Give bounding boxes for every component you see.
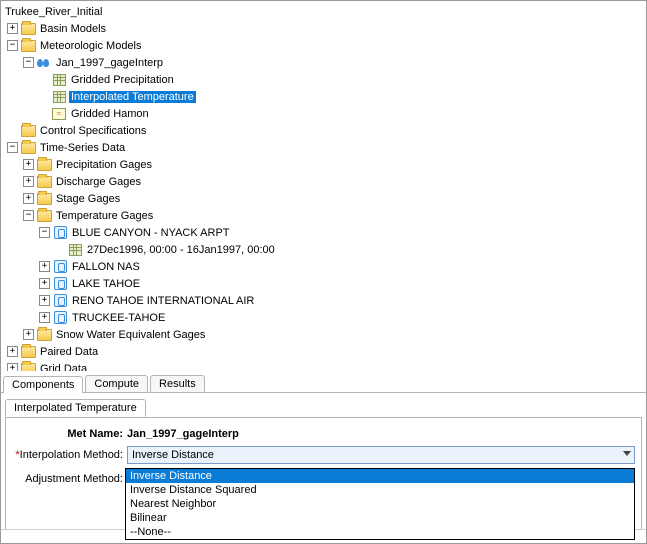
row-met-name: Met Name: Jan_1997_gageInterp bbox=[12, 428, 635, 440]
chevron-down-icon bbox=[623, 451, 631, 456]
tree-ts-data[interactable]: − Time-Series Data bbox=[1, 139, 646, 156]
tree-root[interactable]: Trukee_River_Initial bbox=[1, 3, 646, 20]
raindrop-icon bbox=[36, 56, 52, 70]
expand-icon[interactable]: + bbox=[39, 312, 50, 323]
gage-icon bbox=[52, 226, 68, 240]
label-interp-method: Interpolation Method: bbox=[12, 449, 127, 461]
tree-discharge-gages[interactable]: + Discharge Gages bbox=[1, 173, 646, 190]
tab-compute[interactable]: Compute bbox=[85, 375, 148, 392]
tree-snow-gages[interactable]: + Snow Water Equivalent Gages bbox=[1, 326, 646, 343]
tree-met-models[interactable]: − Meteorologic Models bbox=[1, 37, 646, 54]
gage-icon bbox=[52, 294, 68, 308]
expand-icon[interactable]: + bbox=[39, 261, 50, 272]
tree-fallon[interactable]: + FALLON NAS bbox=[1, 258, 646, 275]
properties-form: Met Name: Jan_1997_gageInterp Interpolat… bbox=[5, 417, 642, 535]
value-met-name: Jan_1997_gageInterp bbox=[127, 428, 239, 440]
option-nearest-neighbor[interactable]: Nearest Neighbor bbox=[126, 497, 634, 511]
grid-icon bbox=[51, 90, 67, 104]
tree-reno[interactable]: + RENO TAHOE INTERNATIONAL AIR bbox=[1, 292, 646, 309]
tree-interp-temp[interactable]: Interpolated Temperature bbox=[1, 88, 646, 105]
tree-truckee[interactable]: + TRUCKEE-TAHOE bbox=[1, 309, 646, 326]
option-inverse-distance[interactable]: Inverse Distance bbox=[126, 469, 634, 483]
collapse-icon[interactable]: − bbox=[39, 227, 50, 238]
gage-icon bbox=[52, 260, 68, 274]
collapse-icon[interactable]: − bbox=[7, 142, 18, 153]
tree-grid-data[interactable]: + Grid Data bbox=[1, 360, 646, 371]
expand-icon[interactable]: + bbox=[39, 278, 50, 289]
folder-icon bbox=[20, 124, 36, 138]
folder-icon bbox=[20, 362, 36, 372]
expand-icon[interactable]: + bbox=[23, 193, 34, 204]
folder-icon bbox=[36, 328, 52, 342]
tree-tahoe[interactable]: + LAKE TAHOE bbox=[1, 275, 646, 292]
tree-gridded-hamon[interactable]: ≈ Gridded Hamon bbox=[1, 105, 646, 122]
tab-results[interactable]: Results bbox=[150, 375, 205, 392]
dropdown-interp-method[interactable]: Inverse Distance Inverse Distance Square… bbox=[125, 468, 635, 540]
grid-icon bbox=[67, 243, 83, 257]
spacer bbox=[7, 125, 18, 136]
gage-icon bbox=[52, 277, 68, 291]
option-inverse-distance-squared[interactable]: Inverse Distance Squared bbox=[126, 483, 634, 497]
tree-blue-canyon-range[interactable]: 27Dec1996, 00:00 - 16Jan1997, 00:00 bbox=[1, 241, 646, 258]
folder-icon bbox=[36, 209, 52, 223]
combo-interp-value: Inverse Distance bbox=[132, 449, 214, 461]
tree-basin-models[interactable]: + Basin Models bbox=[1, 20, 646, 37]
tree-jan97[interactable]: − Jan_1997_gageInterp bbox=[1, 54, 646, 71]
tree-precip-gages[interactable]: + Precipitation Gages bbox=[1, 156, 646, 173]
expand-icon[interactable]: + bbox=[23, 176, 34, 187]
folder-icon bbox=[20, 141, 36, 155]
collapse-icon[interactable]: − bbox=[7, 40, 18, 51]
folder-icon bbox=[20, 345, 36, 359]
tab-bar: Components Compute Results bbox=[1, 371, 646, 393]
option-none[interactable]: --None-- bbox=[126, 525, 634, 539]
folder-icon bbox=[36, 192, 52, 206]
expand-icon[interactable]: + bbox=[7, 363, 18, 371]
tree-gridded-precip[interactable]: Gridded Precipitation bbox=[1, 71, 646, 88]
subtab-interp-temp[interactable]: Interpolated Temperature bbox=[5, 399, 146, 417]
tree-paired-data[interactable]: + Paired Data bbox=[1, 343, 646, 360]
expand-icon[interactable]: + bbox=[7, 23, 18, 34]
expand-icon[interactable]: + bbox=[7, 346, 18, 357]
label-adjust-method: Adjustment Method: bbox=[12, 473, 127, 485]
subtab-bar: Interpolated Temperature bbox=[1, 393, 646, 417]
expand-icon[interactable]: + bbox=[23, 329, 34, 340]
row-interp-method: Interpolation Method: Inverse Distance bbox=[12, 446, 635, 464]
explorer-tree: Trukee_River_Initial + Basin Models − Me… bbox=[1, 1, 646, 371]
folder-icon bbox=[36, 175, 52, 189]
tree-control-spec[interactable]: Control Specifications bbox=[1, 122, 646, 139]
folder-icon bbox=[36, 158, 52, 172]
collapse-icon[interactable]: − bbox=[23, 210, 34, 221]
grid-icon bbox=[51, 73, 67, 87]
collapse-icon[interactable]: − bbox=[23, 57, 34, 68]
label-met-name: Met Name: bbox=[12, 428, 127, 440]
wave-icon: ≈ bbox=[51, 107, 67, 121]
folder-icon bbox=[20, 39, 36, 53]
tree-temp-gages[interactable]: − Temperature Gages bbox=[1, 207, 646, 224]
tab-components[interactable]: Components bbox=[3, 376, 83, 393]
tree-blue-canyon[interactable]: − BLUE CANYON - NYACK ARPT bbox=[1, 224, 646, 241]
option-bilinear[interactable]: Bilinear bbox=[126, 511, 634, 525]
folder-icon bbox=[20, 22, 36, 36]
combo-interp-method[interactable]: Inverse Distance bbox=[127, 446, 635, 464]
gage-icon bbox=[52, 311, 68, 325]
tree-stage-gages[interactable]: + Stage Gages bbox=[1, 190, 646, 207]
expand-icon[interactable]: + bbox=[39, 295, 50, 306]
expand-icon[interactable]: + bbox=[23, 159, 34, 170]
